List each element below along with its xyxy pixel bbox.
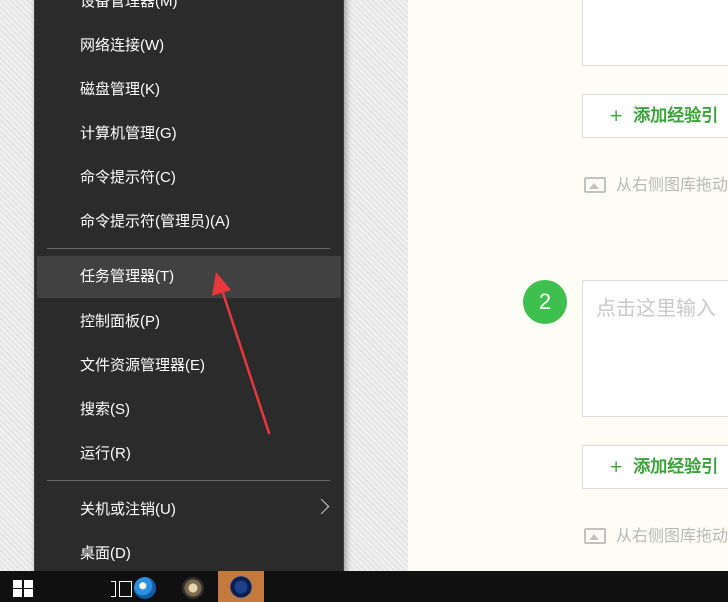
menu-item-shutdown-signout[interactable]: 关机或注销(U) (37, 489, 341, 531)
menu-item-desktop[interactable]: 桌面(D) (37, 533, 341, 575)
menu-item-computer-management[interactable]: 计算机管理(G) (37, 113, 341, 155)
browser-icon[interactable] (134, 577, 156, 599)
drag-image-hint-1: 从右侧图库拖动 (584, 175, 728, 197)
plus-icon: + (609, 457, 624, 477)
app-icon[interactable] (182, 577, 204, 599)
menu-separator (47, 248, 330, 249)
image-icon (584, 177, 606, 193)
menu-item-device-manager[interactable]: 设备管理器(M) (37, 0, 341, 23)
active-app-icon (230, 576, 252, 598)
chevron-right-icon (313, 498, 330, 515)
image-icon (584, 528, 606, 544)
taskbar (0, 571, 728, 602)
menu-item-task-manager[interactable]: 任务管理器(T) (37, 256, 341, 298)
windows-start-icon (13, 580, 34, 597)
step-2-placeholder: 点击这里输入 (596, 298, 716, 320)
menu-item-search[interactable]: 搜索(S) (37, 389, 341, 431)
drag-image-hint-2: 从右侧图库拖动 (584, 526, 728, 548)
menu-item-run[interactable]: 运行(R) (37, 433, 341, 475)
step-1-text-box[interactable] (582, 0, 728, 66)
winx-context-menu: 设备管理器(M) 网络连接(W) 磁盘管理(K) 计算机管理(G) 命令提示符(… (34, 0, 344, 584)
menu-item-disk-management[interactable]: 磁盘管理(K) (37, 69, 341, 111)
start-button[interactable] (0, 571, 40, 602)
active-app-button[interactable] (218, 571, 264, 602)
add-experience-button-2[interactable]: + 添加经验引 (582, 445, 728, 489)
step-number-badge: 2 (523, 280, 567, 324)
menu-item-control-panel[interactable]: 控制面板(P) (37, 301, 341, 343)
menu-item-file-explorer[interactable]: 文件资源管理器(E) (37, 345, 341, 387)
menu-item-command-prompt[interactable]: 命令提示符(C) (37, 157, 341, 199)
menu-item-command-prompt-admin[interactable]: 命令提示符(管理员)(A) (37, 201, 341, 243)
menu-separator (47, 480, 330, 481)
task-view-button[interactable] (52, 571, 132, 602)
plus-icon: + (609, 106, 624, 126)
add-experience-button-1[interactable]: + 添加经验引 (582, 94, 728, 138)
menu-item-network-connections[interactable]: 网络连接(W) (37, 25, 341, 67)
